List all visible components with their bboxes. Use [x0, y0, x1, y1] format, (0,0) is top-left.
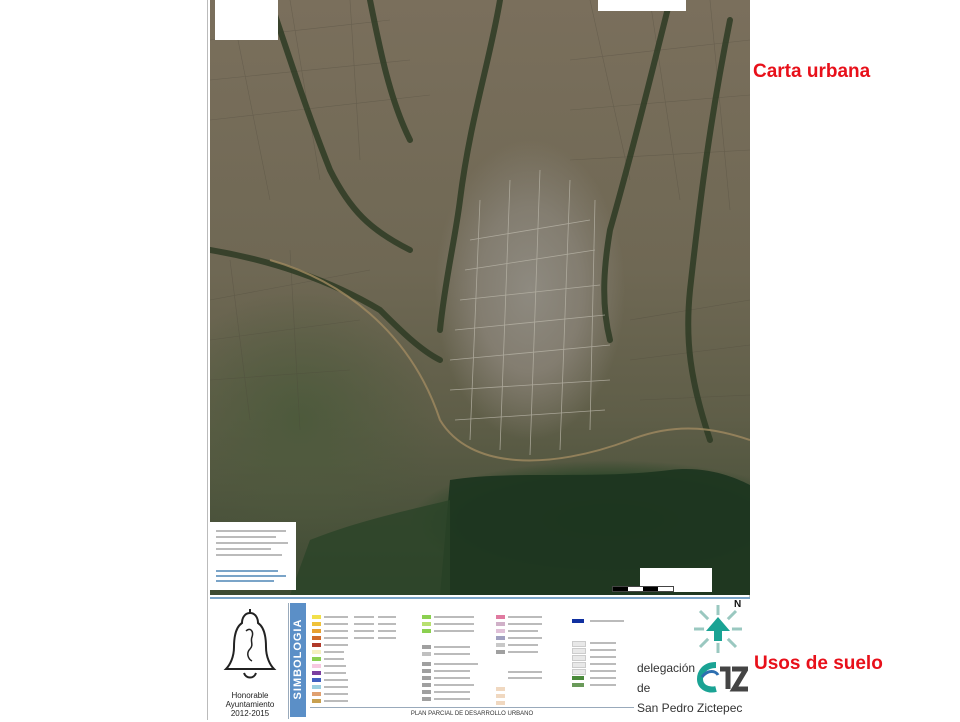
bell-seal-icon: [223, 609, 277, 679]
legend-swatch: [572, 683, 584, 687]
legend-swatch: [496, 636, 505, 640]
municipality-label: San Pedro Zictepec: [637, 701, 743, 715]
council-line-3: 2012-2015: [230, 709, 270, 718]
council-seal-panel: Honorable Ayuntamiento 2012-2015: [212, 603, 289, 719]
legend-swatch: [422, 615, 431, 619]
legend-swatch: [312, 615, 321, 619]
legend-swatch: [312, 685, 321, 689]
legend-swatch: [496, 694, 505, 698]
legend-swatch: [312, 692, 321, 696]
legend-swatch: [312, 664, 321, 668]
legend-swatch: [422, 662, 431, 666]
legend-swatch: [572, 641, 586, 647]
de-label: de: [637, 681, 651, 695]
simbologia-band: SIMBOLOGIA: [290, 603, 306, 717]
legend-strip: Honorable Ayuntamiento 2012-2015 SIMBOLO…: [210, 597, 750, 722]
usos-de-suelo-label: Usos de suelo: [754, 653, 883, 674]
legend-swatch: [496, 643, 505, 647]
legend-swatch: [422, 629, 431, 633]
legend-swatch: [312, 650, 321, 654]
council-line-2: Ayuntamiento: [225, 700, 275, 709]
simbologia-title: SIMBOLOGIA: [292, 618, 304, 700]
legend-swatch: [422, 690, 431, 694]
legend-swatch: [496, 629, 505, 633]
legend-swatch: [422, 676, 431, 680]
legend-swatch: [422, 683, 431, 687]
delegacion-label: delegación: [637, 661, 696, 675]
legend-swatch: [422, 652, 431, 656]
legend-swatch: [422, 669, 431, 673]
scale-bar-icon: [612, 586, 674, 592]
legend-swatch: [312, 699, 321, 703]
legend-swatch: [422, 697, 431, 701]
legend-swatch: [312, 671, 321, 675]
north-label: N: [734, 599, 742, 610]
legend-swatch: [422, 622, 431, 626]
legend-swatch: [312, 622, 321, 626]
legend-swatch: [312, 636, 321, 640]
legend-swatch: [496, 687, 505, 691]
legend-swatch: [496, 622, 505, 626]
legend-swatch: [572, 669, 586, 675]
delegation-logo-panel: delegación de San Pedro Zictepec: [632, 657, 750, 720]
legend-swatch: [572, 655, 586, 661]
north-arrow-icon: [694, 605, 742, 653]
notes-panel: [210, 522, 296, 590]
legend-swatch: [572, 662, 586, 668]
aerial-detail: [210, 0, 750, 595]
legend-swatch: [312, 657, 321, 661]
legend-swatch: [496, 615, 505, 619]
legend-swatch: [422, 645, 431, 649]
legend-swatch: [572, 619, 584, 623]
cpz-logo-icon: [696, 662, 748, 693]
aerial-map: [210, 0, 750, 595]
inset-top-left: [215, 0, 278, 40]
legend-body: [310, 601, 670, 705]
inset-top-right: [598, 0, 686, 11]
legend-swatch: [572, 648, 586, 654]
legend-swatch: [496, 701, 505, 705]
legend-swatch: [572, 676, 584, 680]
legend-swatch: [312, 643, 321, 647]
legend-swatch: [312, 678, 321, 682]
carta-urbana-label: Carta urbana: [753, 61, 871, 82]
council-line-1: Honorable: [231, 691, 269, 700]
legend-swatch: [496, 650, 505, 654]
plan-title: PLAN PARCIAL DE DESARROLLO URBANO: [310, 707, 634, 720]
legend-swatch: [312, 629, 321, 633]
